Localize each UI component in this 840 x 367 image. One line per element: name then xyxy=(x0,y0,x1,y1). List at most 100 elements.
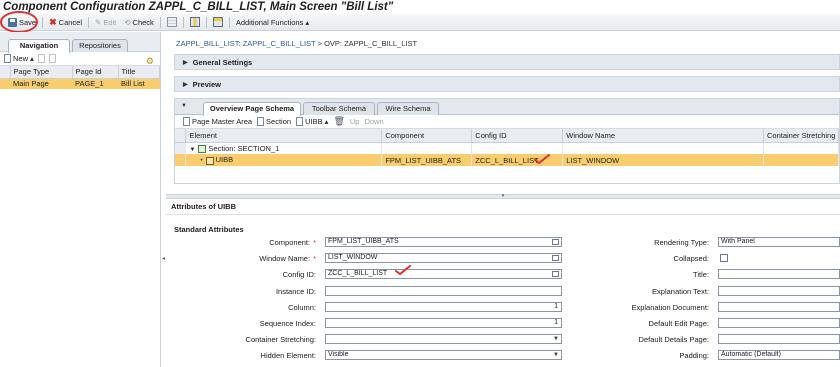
attribute-row: Config ID: ZCC_L_BILL_LIST xyxy=(166,265,566,280)
attribute-input[interactable] xyxy=(718,301,840,312)
row-selector[interactable] xyxy=(175,154,187,166)
check-label: Check xyxy=(132,17,154,27)
column-header[interactable]: Page Id xyxy=(72,66,119,79)
attribute-input[interactable]: ZCC_L_BILL_LIST xyxy=(325,269,562,280)
attribute-row: Hidden Element: Visible ▼ xyxy=(166,350,566,361)
paste-icon[interactable] xyxy=(48,54,56,63)
attribute-label: Explanation Text: xyxy=(652,286,709,296)
uibb-label: UIBB ▴ xyxy=(305,117,329,126)
attribute-input[interactable]: Visible ▼ xyxy=(325,350,562,361)
attribute-input[interactable] xyxy=(718,285,840,296)
attribute-input[interactable] xyxy=(325,285,562,296)
column-header[interactable]: Config ID xyxy=(471,129,564,143)
table-row[interactable]: ▼ Section: SECTION_1 xyxy=(175,142,839,154)
column-header[interactable]: Container Stretching xyxy=(763,129,839,143)
general-settings-label: General Settings xyxy=(192,57,253,67)
general-settings-panel[interactable]: ▶ General Settings xyxy=(174,54,840,70)
splitter[interactable]: ▾ xyxy=(166,194,840,199)
new-menu-button[interactable]: New ▴ xyxy=(4,54,34,63)
check-button[interactable]: ⟲ Check xyxy=(120,15,158,29)
dropdown-arrow-icon[interactable]: ▼ xyxy=(553,335,559,343)
attribute-row: Explanation Document: xyxy=(566,301,840,313)
layout-columns-button[interactable] xyxy=(186,15,204,29)
attribute-label: Default Details Page: xyxy=(638,335,709,345)
attribute-input[interactable]: 1 xyxy=(325,301,562,312)
layout-list-button[interactable] xyxy=(163,15,181,29)
tree-leaf-icon: • xyxy=(200,158,203,165)
collapsed-checkbox[interactable] xyxy=(720,254,728,263)
tab-navigation[interactable]: Navigation xyxy=(8,39,70,53)
tab-toolbar-schema[interactable]: Toolbar Schema xyxy=(303,102,375,115)
cancel-label: Cancel xyxy=(58,17,83,27)
attribute-input[interactable] xyxy=(718,269,840,280)
row-selector[interactable] xyxy=(0,78,10,89)
collapse-icon[interactable]: ▼ xyxy=(181,103,187,109)
attribute-label: Rendering Type: xyxy=(654,238,709,247)
attribute-label: Collapsed: xyxy=(673,254,709,264)
attribute-input[interactable] xyxy=(718,318,840,328)
delete-icon[interactable]: 🗑 xyxy=(333,116,344,127)
attribute-input[interactable]: With Panel xyxy=(718,237,840,247)
tab-wire-schema[interactable]: Wire Schema xyxy=(377,102,439,115)
breadcrumb-link[interactable]: ZAPPL_BILL_LIST: ZAPPL_C_BILL_LIST xyxy=(176,39,316,48)
row-selector[interactable] xyxy=(175,142,187,154)
dropdown-arrow-icon[interactable]: ▼ xyxy=(553,351,559,359)
main-toolbar: Save ✖ Cancel ✎ Edit ⟲ Check Additional … xyxy=(0,11,840,33)
value-help-icon[interactable] xyxy=(552,271,559,278)
attribute-row: Default Details Page: xyxy=(566,334,840,345)
value-help-icon[interactable] xyxy=(552,255,559,262)
copy-icon[interactable] xyxy=(37,54,45,63)
breadcrumb-current: OVP: ZAPPL_C_BILL_LIST xyxy=(324,39,418,48)
attribute-label: Window Name: * xyxy=(166,254,316,263)
attribute-value: ZCC_L_BILL_LIST xyxy=(328,270,388,278)
attribute-value: FPM_LIST_UIBB_ATS xyxy=(328,238,399,245)
tab-overview-page-schema[interactable]: Overview Page Schema xyxy=(203,102,301,116)
attribute-label: Config ID: xyxy=(166,270,316,279)
value-help-icon[interactable] xyxy=(552,239,559,245)
up-button[interactable]: Up xyxy=(350,117,360,126)
tree-toggle-icon[interactable]: ▼ xyxy=(189,147,195,153)
attribute-label: Container Stretching: xyxy=(166,335,316,344)
annotation-check xyxy=(534,154,551,164)
tab-repositories[interactable]: Repositories xyxy=(72,39,128,52)
column-header[interactable]: Element xyxy=(185,129,383,143)
preview-panel[interactable]: ▶ Preview xyxy=(174,76,840,92)
component-cell xyxy=(381,142,473,154)
personalize-icon[interactable]: ⚙ xyxy=(146,56,154,67)
save-button[interactable]: Save xyxy=(0,11,40,33)
attribute-input[interactable]: ▼ xyxy=(325,334,562,345)
layout-rows-button[interactable] xyxy=(209,15,227,29)
stretching-cell xyxy=(763,142,839,154)
edit-button[interactable]: ✎ Edit xyxy=(91,15,120,29)
additional-functions-menu[interactable]: Additional Functions ▴ xyxy=(232,15,313,29)
edit-label: Edit xyxy=(103,17,117,27)
table-row[interactable]: Main Page PAGE_1 Bill List xyxy=(0,78,160,89)
section-icon xyxy=(257,117,265,126)
attribute-input[interactable] xyxy=(718,334,840,345)
column-header[interactable]: Component xyxy=(381,129,473,143)
attribute-input[interactable]: LIST_WINDOW xyxy=(325,253,562,264)
section-button[interactable]: Section xyxy=(257,117,291,126)
section-node-icon xyxy=(198,144,207,153)
attribute-input[interactable]: FPM_LIST_UIBB_ATS xyxy=(325,237,562,247)
attribute-label: Sequence Index: xyxy=(166,319,316,328)
table-row[interactable]: • UIBB FPM_LIST_UIBB_ATS ZCC_L_BILL_LIST … xyxy=(175,154,839,166)
config-id-cell: ZCC_L_BILL_LIST xyxy=(471,154,564,166)
navigation-panel: Navigation Repositories New ▴ ⚙ Page Typ… xyxy=(0,32,161,367)
page-master-area-button[interactable]: Page Master Area xyxy=(183,117,252,126)
attribute-label: Explanation Document: xyxy=(631,302,709,312)
down-button[interactable]: Down xyxy=(364,117,383,126)
column-header[interactable]: Page Type xyxy=(10,66,73,79)
required-marker: * xyxy=(313,238,316,247)
uibb-menu-button[interactable]: UIBB ▴ xyxy=(296,117,328,126)
page-master-icon xyxy=(183,117,190,126)
column-header[interactable]: Title xyxy=(118,66,160,79)
attribute-label-text: Config ID: xyxy=(282,270,316,280)
attribute-input[interactable]: 1 xyxy=(325,318,562,328)
attribute-label: Title: xyxy=(693,270,709,280)
column-header[interactable]: Window Name xyxy=(562,129,764,143)
attribute-input[interactable]: Automatic (Default) xyxy=(718,350,840,361)
cancel-button[interactable]: ✖ Cancel xyxy=(45,15,86,29)
attribute-row: Component: * FPM_LIST_UIBB_ATS xyxy=(166,237,566,248)
attribute-label-text: Container Stretching: xyxy=(245,335,316,345)
